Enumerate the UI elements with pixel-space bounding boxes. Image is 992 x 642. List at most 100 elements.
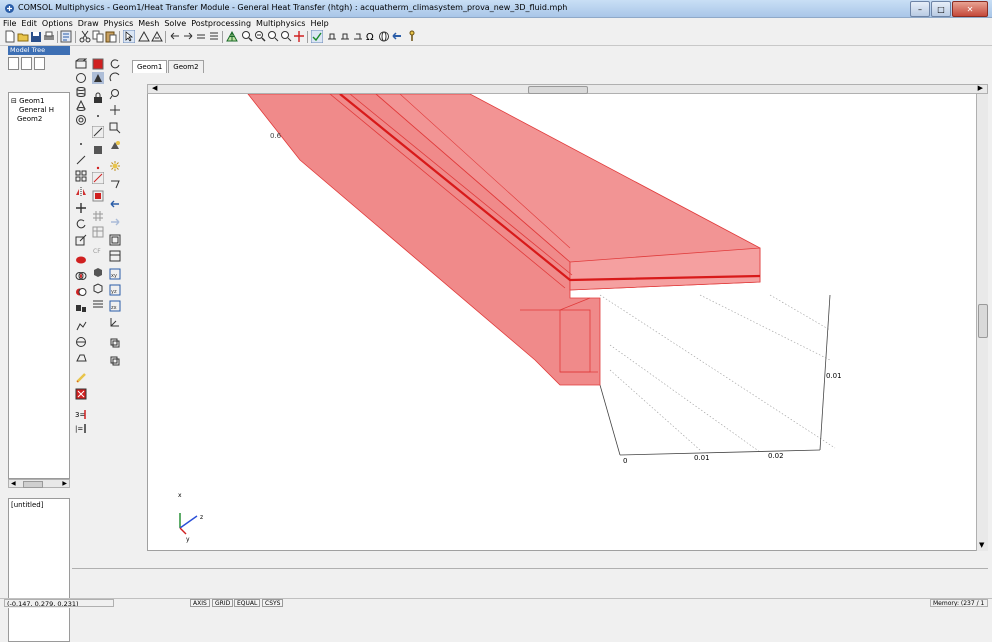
tree-node-geom2[interactable]: Geom2 bbox=[17, 115, 42, 123]
triangle-hatch-icon[interactable] bbox=[151, 30, 163, 43]
tree-view-button-3[interactable] bbox=[34, 57, 45, 70]
split-icon[interactable] bbox=[75, 302, 87, 314]
redo-view-icon[interactable] bbox=[109, 354, 121, 366]
orbit-icon[interactable] bbox=[109, 72, 121, 84]
graphics-vscrollbar[interactable]: ▼ bbox=[976, 94, 988, 551]
edge-mode-icon[interactable] bbox=[352, 30, 364, 43]
menu-edit[interactable]: Edit bbox=[21, 18, 37, 29]
geometry-view-icon[interactable] bbox=[310, 29, 324, 44]
menu-help[interactable]: Help bbox=[310, 18, 328, 29]
rotate-icon[interactable] bbox=[75, 218, 87, 230]
menu-file[interactable]: File bbox=[3, 18, 16, 29]
help-icon[interactable] bbox=[406, 30, 418, 43]
scroll-thumb[interactable] bbox=[23, 481, 43, 488]
menu-draw[interactable]: Draw bbox=[78, 18, 99, 29]
view-box-icon[interactable] bbox=[109, 234, 121, 246]
view-yz-icon[interactable]: yz bbox=[109, 284, 121, 296]
arrow-right-blue-icon[interactable] bbox=[109, 216, 121, 228]
coerce-icon[interactable] bbox=[75, 320, 87, 332]
menu-postprocessing[interactable]: Postprocessing bbox=[191, 18, 251, 29]
scroll-down-icon[interactable]: ▼ bbox=[979, 541, 984, 549]
navigate-icon[interactable] bbox=[391, 30, 403, 43]
square-icon[interactable] bbox=[92, 144, 104, 156]
print-icon[interactable] bbox=[43, 30, 55, 43]
extrude-icon[interactable]: 3= bbox=[75, 408, 87, 420]
scroll-right-icon[interactable]: ▶ bbox=[62, 480, 67, 487]
undo-view-icon[interactable] bbox=[109, 336, 121, 348]
sweep-icon[interactable] bbox=[75, 352, 87, 364]
array-icon[interactable] bbox=[75, 170, 87, 182]
light-icon[interactable] bbox=[109, 140, 121, 152]
select-pointer-icon[interactable] bbox=[122, 29, 136, 44]
arrange-right-icon[interactable] bbox=[182, 30, 194, 43]
zoom-window-icon[interactable] bbox=[267, 30, 279, 43]
point-icon[interactable] bbox=[75, 138, 87, 150]
tree-node-general-heat[interactable]: General H bbox=[19, 106, 71, 114]
intersection-icon[interactable] bbox=[75, 270, 87, 282]
menu-mesh[interactable]: Mesh bbox=[138, 18, 159, 29]
minimize-button[interactable]: – bbox=[910, 1, 930, 17]
embed-icon[interactable] bbox=[75, 336, 87, 348]
globe-icon[interactable] bbox=[378, 30, 390, 43]
delete-object-icon[interactable] bbox=[75, 388, 87, 400]
table-icon[interactable] bbox=[92, 226, 104, 238]
red-face-icon[interactable] bbox=[92, 190, 104, 202]
red-line-icon[interactable] bbox=[91, 171, 105, 185]
scroll-left-icon[interactable]: ◀ bbox=[11, 480, 16, 487]
pan-icon[interactable] bbox=[109, 104, 121, 116]
close-button[interactable]: ✕ bbox=[952, 1, 988, 17]
geometry-view[interactable]: 0.6 0 0.01 0.02 0.01 x z y bbox=[148, 94, 976, 550]
paste-icon[interactable] bbox=[105, 30, 117, 43]
red-square-icon[interactable] bbox=[92, 58, 104, 70]
graphics-hscrollbar[interactable]: ◀ ▶ bbox=[147, 84, 988, 94]
subdomain-mode-icon[interactable] bbox=[326, 30, 338, 43]
scroll-right-icon[interactable]: ▶ bbox=[978, 84, 983, 92]
mirror-icon[interactable] bbox=[75, 186, 87, 198]
equation-icon[interactable] bbox=[208, 30, 220, 43]
tree-view-button-2[interactable] bbox=[21, 57, 32, 70]
sphere-icon[interactable] bbox=[75, 72, 87, 84]
color-pencil-icon[interactable] bbox=[75, 372, 87, 384]
axis-origin-icon[interactable] bbox=[293, 30, 305, 43]
axis-triad-icon[interactable] bbox=[109, 316, 121, 328]
tree-node-geom1[interactable]: ⊟ Geom1 bbox=[11, 97, 44, 105]
equal-toggle[interactable]: EQUAL bbox=[234, 599, 261, 607]
menu-multiphysics[interactable]: Multiphysics bbox=[256, 18, 305, 29]
grid-toggle[interactable]: GRID bbox=[212, 599, 234, 607]
tree-view-button-1[interactable] bbox=[8, 57, 19, 70]
view-zx-icon[interactable]: zx bbox=[109, 300, 121, 312]
zoom-selection-icon[interactable] bbox=[109, 122, 121, 134]
cube-outline-icon[interactable] bbox=[92, 282, 104, 294]
union-icon[interactable] bbox=[75, 254, 87, 266]
render-icon[interactable] bbox=[109, 178, 121, 190]
cut-icon[interactable] bbox=[79, 30, 91, 43]
scroll-thumb[interactable] bbox=[528, 86, 588, 94]
move-icon[interactable] bbox=[75, 202, 87, 214]
lock-icon[interactable] bbox=[92, 92, 104, 104]
rotate-view-icon[interactable] bbox=[109, 58, 121, 70]
model-tree-toggle-icon[interactable] bbox=[60, 30, 72, 43]
lines-icon[interactable] bbox=[92, 298, 104, 310]
line-icon[interactable] bbox=[75, 154, 87, 166]
torus-icon[interactable] bbox=[75, 114, 87, 126]
csys-toggle[interactable]: CSYS bbox=[262, 599, 284, 607]
save-icon[interactable] bbox=[30, 30, 42, 43]
mesh-icon[interactable] bbox=[226, 30, 238, 43]
sun-icon[interactable] bbox=[109, 160, 121, 172]
difference-icon[interactable] bbox=[75, 286, 87, 298]
axis-toggle[interactable]: AXIS bbox=[190, 599, 210, 607]
dot-icon[interactable] bbox=[92, 110, 104, 122]
cf-icon[interactable]: CF bbox=[92, 244, 104, 256]
tab-geom2[interactable]: Geom2 bbox=[168, 60, 204, 73]
grid-icon[interactable] bbox=[92, 210, 104, 222]
tree-expand-icon[interactable]: ⊟ bbox=[11, 97, 17, 105]
menu-options[interactable]: Options bbox=[42, 18, 73, 29]
new-file-icon[interactable] bbox=[4, 30, 16, 43]
cube-icon[interactable] bbox=[92, 266, 104, 278]
rectangle-select-icon[interactable] bbox=[92, 72, 104, 84]
zoom-extents-icon[interactable] bbox=[280, 30, 292, 43]
view-default-icon[interactable] bbox=[109, 250, 121, 262]
tab-geom1[interactable]: Geom1 bbox=[132, 60, 168, 73]
view-xy-icon[interactable]: xy bbox=[109, 268, 121, 280]
menu-solve[interactable]: Solve bbox=[164, 18, 186, 29]
